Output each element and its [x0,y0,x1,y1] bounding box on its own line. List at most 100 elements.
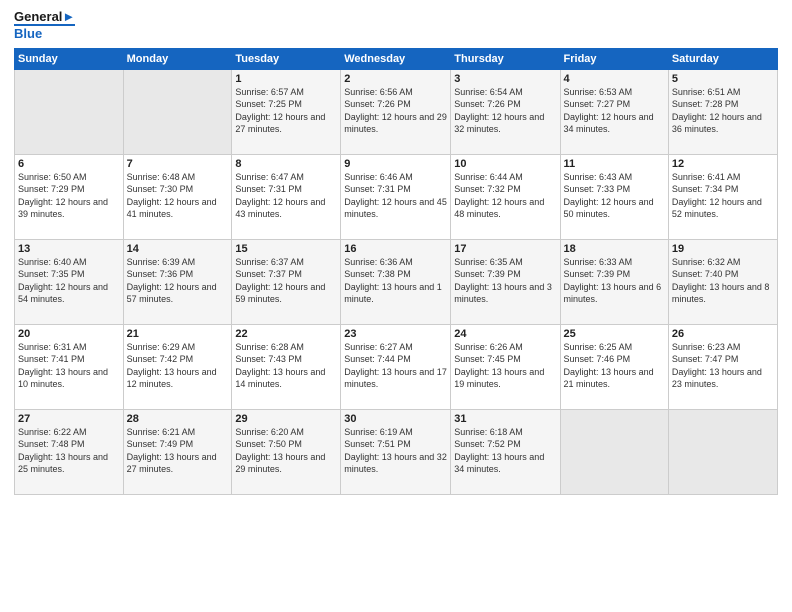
calendar-cell: 22Sunrise: 6:28 AM Sunset: 7:43 PM Dayli… [232,324,341,409]
day-number: 14 [127,243,229,255]
day-info: Sunrise: 6:53 AM Sunset: 7:27 PM Dayligh… [564,86,665,136]
day-info: Sunrise: 6:22 AM Sunset: 7:48 PM Dayligh… [18,426,120,476]
day-header-saturday: Saturday [668,48,777,69]
day-number: 8 [235,158,337,170]
calendar-cell: 20Sunrise: 6:31 AM Sunset: 7:41 PM Dayli… [15,324,124,409]
calendar-cell: 12Sunrise: 6:41 AM Sunset: 7:34 PM Dayli… [668,154,777,239]
day-info: Sunrise: 6:18 AM Sunset: 7:52 PM Dayligh… [454,426,556,476]
day-number: 26 [672,328,774,340]
calendar-cell: 7Sunrise: 6:48 AM Sunset: 7:30 PM Daylig… [123,154,232,239]
calendar-cell [123,69,232,154]
day-number: 18 [564,243,665,255]
day-info: Sunrise: 6:21 AM Sunset: 7:49 PM Dayligh… [127,426,229,476]
calendar-cell: 14Sunrise: 6:39 AM Sunset: 7:36 PM Dayli… [123,239,232,324]
day-number: 2 [344,73,447,85]
day-number: 12 [672,158,774,170]
calendar-cell [560,409,668,494]
logo: General► Blue [14,10,75,42]
calendar-cell: 26Sunrise: 6:23 AM Sunset: 7:47 PM Dayli… [668,324,777,409]
day-info: Sunrise: 6:51 AM Sunset: 7:28 PM Dayligh… [672,86,774,136]
calendar-cell: 25Sunrise: 6:25 AM Sunset: 7:46 PM Dayli… [560,324,668,409]
day-info: Sunrise: 6:39 AM Sunset: 7:36 PM Dayligh… [127,256,229,306]
day-info: Sunrise: 6:54 AM Sunset: 7:26 PM Dayligh… [454,86,556,136]
day-info: Sunrise: 6:31 AM Sunset: 7:41 PM Dayligh… [18,341,120,391]
day-number: 23 [344,328,447,340]
day-info: Sunrise: 6:56 AM Sunset: 7:26 PM Dayligh… [344,86,447,136]
calendar-cell: 23Sunrise: 6:27 AM Sunset: 7:44 PM Dayli… [341,324,451,409]
day-info: Sunrise: 6:26 AM Sunset: 7:45 PM Dayligh… [454,341,556,391]
day-number: 17 [454,243,556,255]
day-info: Sunrise: 6:27 AM Sunset: 7:44 PM Dayligh… [344,341,447,391]
day-info: Sunrise: 6:33 AM Sunset: 7:39 PM Dayligh… [564,256,665,306]
day-info: Sunrise: 6:20 AM Sunset: 7:50 PM Dayligh… [235,426,337,476]
calendar-container: General► Blue SundayMondayTuesdayWednesd… [0,0,792,612]
day-number: 31 [454,413,556,425]
week-row-1: 6Sunrise: 6:50 AM Sunset: 7:29 PM Daylig… [15,154,778,239]
calendar-cell: 15Sunrise: 6:37 AM Sunset: 7:37 PM Dayli… [232,239,341,324]
day-number: 4 [564,73,665,85]
day-number: 11 [564,158,665,170]
calendar-cell: 24Sunrise: 6:26 AM Sunset: 7:45 PM Dayli… [451,324,560,409]
day-info: Sunrise: 6:41 AM Sunset: 7:34 PM Dayligh… [672,171,774,221]
day-number: 7 [127,158,229,170]
week-row-2: 13Sunrise: 6:40 AM Sunset: 7:35 PM Dayli… [15,239,778,324]
calendar-cell: 28Sunrise: 6:21 AM Sunset: 7:49 PM Dayli… [123,409,232,494]
day-info: Sunrise: 6:57 AM Sunset: 7:25 PM Dayligh… [235,86,337,136]
calendar-cell: 1Sunrise: 6:57 AM Sunset: 7:25 PM Daylig… [232,69,341,154]
day-number: 24 [454,328,556,340]
day-header-sunday: Sunday [15,48,124,69]
day-info: Sunrise: 6:19 AM Sunset: 7:51 PM Dayligh… [344,426,447,476]
header: General► Blue [14,10,778,42]
calendar-cell: 8Sunrise: 6:47 AM Sunset: 7:31 PM Daylig… [232,154,341,239]
calendar-cell: 19Sunrise: 6:32 AM Sunset: 7:40 PM Dayli… [668,239,777,324]
day-number: 3 [454,73,556,85]
day-number: 9 [344,158,447,170]
calendar-cell: 11Sunrise: 6:43 AM Sunset: 7:33 PM Dayli… [560,154,668,239]
day-number: 1 [235,73,337,85]
day-number: 25 [564,328,665,340]
day-number: 22 [235,328,337,340]
day-number: 5 [672,73,774,85]
calendar-cell: 18Sunrise: 6:33 AM Sunset: 7:39 PM Dayli… [560,239,668,324]
day-info: Sunrise: 6:23 AM Sunset: 7:47 PM Dayligh… [672,341,774,391]
header-row: SundayMondayTuesdayWednesdayThursdayFrid… [15,48,778,69]
day-number: 13 [18,243,120,255]
week-row-0: 1Sunrise: 6:57 AM Sunset: 7:25 PM Daylig… [15,69,778,154]
calendar-cell: 13Sunrise: 6:40 AM Sunset: 7:35 PM Dayli… [15,239,124,324]
calendar-cell: 2Sunrise: 6:56 AM Sunset: 7:26 PM Daylig… [341,69,451,154]
week-row-3: 20Sunrise: 6:31 AM Sunset: 7:41 PM Dayli… [15,324,778,409]
day-number: 21 [127,328,229,340]
day-number: 6 [18,158,120,170]
calendar-cell: 3Sunrise: 6:54 AM Sunset: 7:26 PM Daylig… [451,69,560,154]
day-info: Sunrise: 6:29 AM Sunset: 7:42 PM Dayligh… [127,341,229,391]
calendar-cell: 29Sunrise: 6:20 AM Sunset: 7:50 PM Dayli… [232,409,341,494]
day-info: Sunrise: 6:40 AM Sunset: 7:35 PM Dayligh… [18,256,120,306]
day-number: 19 [672,243,774,255]
day-header-monday: Monday [123,48,232,69]
day-number: 15 [235,243,337,255]
week-row-4: 27Sunrise: 6:22 AM Sunset: 7:48 PM Dayli… [15,409,778,494]
day-info: Sunrise: 6:46 AM Sunset: 7:31 PM Dayligh… [344,171,447,221]
calendar-cell [668,409,777,494]
logo-text: General► Blue [14,10,75,42]
calendar-cell: 10Sunrise: 6:44 AM Sunset: 7:32 PM Dayli… [451,154,560,239]
calendar-cell: 9Sunrise: 6:46 AM Sunset: 7:31 PM Daylig… [341,154,451,239]
calendar-cell: 17Sunrise: 6:35 AM Sunset: 7:39 PM Dayli… [451,239,560,324]
day-header-wednesday: Wednesday [341,48,451,69]
calendar-cell: 21Sunrise: 6:29 AM Sunset: 7:42 PM Dayli… [123,324,232,409]
day-number: 10 [454,158,556,170]
calendar-cell: 30Sunrise: 6:19 AM Sunset: 7:51 PM Dayli… [341,409,451,494]
calendar-table: SundayMondayTuesdayWednesdayThursdayFrid… [14,48,778,495]
day-info: Sunrise: 6:25 AM Sunset: 7:46 PM Dayligh… [564,341,665,391]
day-header-tuesday: Tuesday [232,48,341,69]
day-number: 16 [344,243,447,255]
day-info: Sunrise: 6:43 AM Sunset: 7:33 PM Dayligh… [564,171,665,221]
day-info: Sunrise: 6:48 AM Sunset: 7:30 PM Dayligh… [127,171,229,221]
day-number: 20 [18,328,120,340]
calendar-cell: 31Sunrise: 6:18 AM Sunset: 7:52 PM Dayli… [451,409,560,494]
calendar-cell: 5Sunrise: 6:51 AM Sunset: 7:28 PM Daylig… [668,69,777,154]
day-number: 28 [127,413,229,425]
day-info: Sunrise: 6:36 AM Sunset: 7:38 PM Dayligh… [344,256,447,306]
day-info: Sunrise: 6:35 AM Sunset: 7:39 PM Dayligh… [454,256,556,306]
calendar-cell: 6Sunrise: 6:50 AM Sunset: 7:29 PM Daylig… [15,154,124,239]
